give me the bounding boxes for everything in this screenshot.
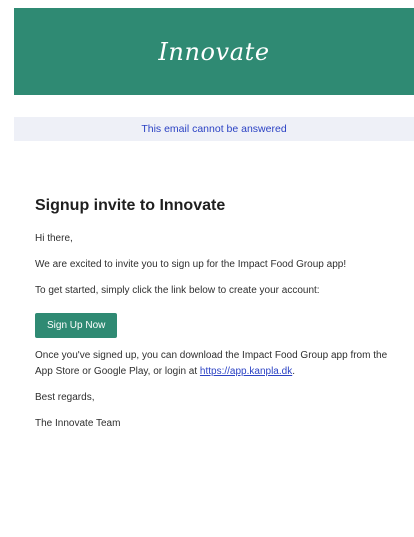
login-link[interactable]: https://app.kanpla.dk xyxy=(200,366,292,377)
email-header-banner: Innovate xyxy=(14,8,414,95)
email-body: Signup invite to Innovate Hi there, We a… xyxy=(35,196,395,442)
email-title: Signup invite to Innovate xyxy=(35,197,226,214)
no-reply-notice: This email cannot be answered xyxy=(14,117,414,141)
no-reply-notice-text: This email cannot be answered xyxy=(141,123,287,135)
after-signup-suffix: . xyxy=(292,366,295,378)
intro-text: We are excited to invite you to sign up … xyxy=(35,259,347,271)
signoff-text: Best regards, xyxy=(35,392,95,404)
after-signup-text: Once you've signed up, you can download … xyxy=(35,348,395,380)
brand-logo: Innovate xyxy=(158,37,270,66)
sign-up-now-button[interactable]: Sign Up Now xyxy=(35,313,118,339)
instruction-text: To get started, simply click the link be… xyxy=(35,285,320,297)
signature-text: The Innovate Team xyxy=(35,418,121,430)
greeting-text: Hi there, xyxy=(35,233,73,245)
